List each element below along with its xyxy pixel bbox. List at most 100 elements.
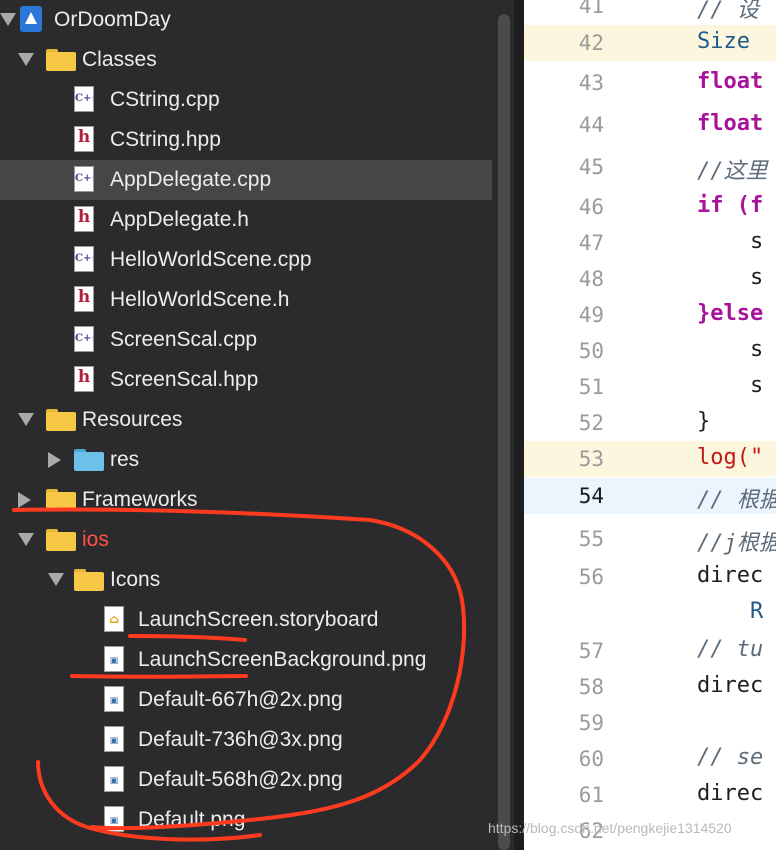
navigator-item-ordoomday[interactable]: OrDoomDay — [0, 0, 492, 40]
code-text: // se — [697, 745, 764, 770]
folder-icon — [74, 569, 104, 591]
cpp-file-icon: C++ — [74, 326, 94, 352]
navigator-item-appdelegate-cpp[interactable]: C++ AppDelegate.cpp — [0, 160, 492, 200]
navigator-item-cstring-cpp[interactable]: C++ CString.cpp — [0, 80, 492, 120]
line-number: 54 — [578, 484, 604, 508]
header-file-icon: h — [74, 366, 94, 392]
navigator-item-label: AppDelegate.h — [110, 208, 249, 231]
code-line[interactable]: 52} — [524, 405, 776, 441]
navigator-item-label: ScreenScal.cpp — [110, 328, 258, 351]
code-line[interactable]: 57 // tu — [524, 633, 776, 669]
code-text: log(" — [697, 445, 764, 470]
code-text: R — [697, 599, 764, 624]
navigator-item-appdelegate-h[interactable]: h AppDelegate.h — [0, 200, 492, 240]
cpp-file-icon: C++ — [74, 166, 94, 192]
image-file-icon: ▣ — [104, 806, 124, 832]
navigator-item-label: CString.hpp — [110, 128, 221, 151]
navigator-item-default-736h-3x-png[interactable]: ▣ Default-736h@3x.png — [0, 720, 492, 760]
code-line[interactable]: 48 s — [524, 261, 776, 297]
navigator-item-label: ScreenScal.hpp — [110, 368, 259, 391]
navigator-item-ios[interactable]: ios — [0, 520, 492, 560]
code-line[interactable]: 55 //j根据 — [524, 521, 776, 557]
navigator-item-label: HelloWorldScene.cpp — [110, 248, 312, 271]
code-line[interactable]: 46 if (f — [524, 189, 776, 225]
code-line[interactable]: 45 //这里 — [524, 149, 776, 185]
folder-icon — [46, 529, 76, 551]
navigator-item-screenscal-hpp[interactable]: h ScreenScal.hpp — [0, 360, 492, 400]
line-number: 46 — [578, 195, 604, 219]
code-line[interactable]: 51 s — [524, 369, 776, 405]
code-line[interactable]: 56 direc — [524, 559, 776, 595]
navigator-item-launchscreen-storyboard[interactable]: ⌂ LaunchScreen.storyboard — [0, 600, 492, 640]
navigator-item-cstring-hpp[interactable]: h CString.hpp — [0, 120, 492, 160]
code-line[interactable]: 58 direc — [524, 669, 776, 705]
navigator-item-label: Default.png — [138, 808, 246, 831]
code-text: // tu — [697, 637, 764, 662]
navigator-item-helloworldscene-cpp[interactable]: C++ HelloWorldScene.cpp — [0, 240, 492, 280]
line-number: 57 — [578, 639, 604, 663]
navigator-item-icons[interactable]: Icons — [0, 560, 492, 600]
code-text: s — [697, 229, 764, 254]
disclosure-collapsed-icon[interactable] — [48, 452, 61, 468]
code-text: } — [697, 409, 711, 434]
line-number: 48 — [578, 267, 604, 291]
code-line[interactable]: 50 s — [524, 333, 776, 369]
navigator-scrollbar[interactable] — [498, 14, 510, 850]
code-editor[interactable]: 41// 设 42 Size 43 float 44 float 45//这里 46 if (f 4… — [524, 0, 776, 850]
line-number: 45 — [578, 155, 604, 179]
navigator-item-resources[interactable]: Resources — [0, 400, 492, 440]
code-text: //j根据 — [697, 531, 776, 556]
code-line[interactable]: 54 // 根据 — [524, 478, 776, 514]
navigator-item-label: HelloWorldScene.h — [110, 288, 290, 311]
code-line[interactable]: 44 float — [524, 107, 776, 143]
code-text: if (f — [697, 193, 764, 218]
disclosure-expanded-icon[interactable] — [0, 13, 16, 26]
navigator-item-screenscal-cpp[interactable]: C++ ScreenScal.cpp — [0, 320, 492, 360]
navigator-item-default-png[interactable]: ▣ Default.png — [0, 800, 492, 840]
header-file-icon: h — [74, 286, 94, 312]
navigator-item-label: Default-736h@3x.png — [138, 728, 343, 751]
navigator-item-label: Frameworks — [82, 488, 198, 511]
disclosure-expanded-icon[interactable] — [18, 533, 34, 546]
navigator-item-default-667h-2x-png[interactable]: ▣ Default-667h@2x.png — [0, 680, 492, 720]
code-line[interactable]: 41 // 设 — [524, 0, 776, 24]
line-number: 55 — [578, 527, 604, 551]
navigator-item-frameworks[interactable]: Frameworks — [0, 480, 492, 520]
disclosure-expanded-icon[interactable] — [18, 413, 34, 426]
navigator-item-label: Classes — [82, 48, 157, 71]
image-file-icon: ▣ — [104, 646, 124, 672]
code-line[interactable]: 59 — [524, 705, 776, 741]
navigator-item-res[interactable]: res — [0, 440, 492, 480]
image-file-icon: ▣ — [104, 686, 124, 712]
folder-icon — [46, 489, 76, 511]
code-line[interactable]: 43 float — [524, 65, 776, 101]
code-text: }else — [697, 301, 764, 326]
image-file-icon: ▣ — [104, 726, 124, 752]
navigator-item-label: Icons — [110, 568, 161, 591]
code-text: Size — [697, 29, 750, 54]
code-line[interactable]: 47 s — [524, 225, 776, 261]
code-line[interactable]: 42 Size — [524, 25, 776, 61]
navigator-item-helloworldscene-h[interactable]: h HelloWorldScene.h — [0, 280, 492, 320]
line-number: 42 — [578, 31, 604, 55]
code-text: //这里 — [697, 159, 768, 184]
code-line[interactable]: 60 // se — [524, 741, 776, 777]
code-line[interactable]: 61 direc — [524, 777, 776, 813]
xcode-project-icon — [20, 6, 42, 32]
folder-icon — [46, 409, 76, 431]
code-text: s — [697, 337, 764, 362]
navigator-item-label: ios — [82, 528, 109, 551]
code-line[interactable]: 53 log(" — [524, 441, 776, 477]
pane-divider[interactable] — [514, 0, 524, 850]
navigator-item-launchscreenbackground-png[interactable]: ▣ LaunchScreenBackground.png — [0, 640, 492, 680]
disclosure-expanded-icon[interactable] — [48, 573, 64, 586]
folder-reference-icon — [74, 449, 104, 471]
project-navigator: OrDoomDay Classes C++ CString.cpp h CString.h… — [0, 0, 514, 850]
code-line[interactable]: R — [524, 595, 776, 631]
code-line[interactable]: 49}else — [524, 297, 776, 333]
disclosure-expanded-icon[interactable] — [18, 53, 34, 66]
navigator-item-classes[interactable]: Classes — [0, 40, 492, 80]
disclosure-collapsed-icon[interactable] — [18, 492, 31, 508]
code-text: direc — [697, 781, 764, 806]
navigator-item-default-568h-2x-png[interactable]: ▣ Default-568h@2x.png — [0, 760, 492, 800]
